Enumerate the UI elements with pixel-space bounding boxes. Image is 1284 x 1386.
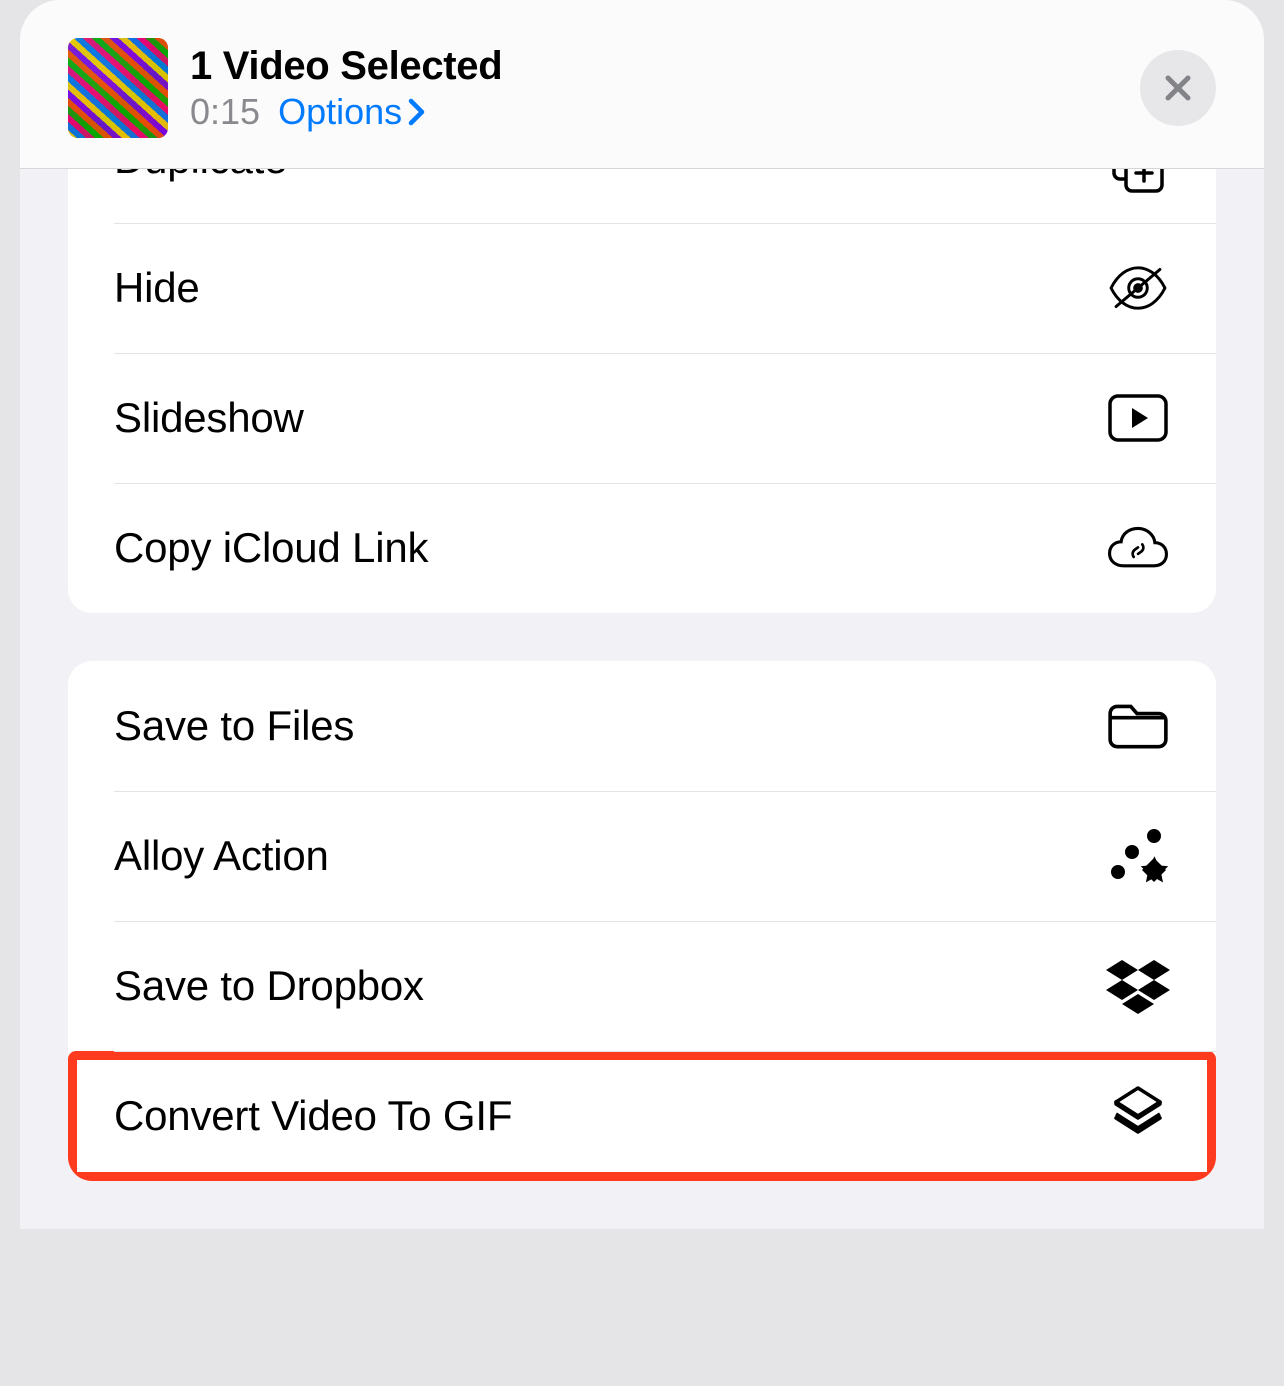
options-label: Options: [278, 91, 402, 133]
share-header: 1 Video Selected 0:15 Options: [20, 0, 1264, 169]
action-save-to-dropbox[interactable]: Save to Dropbox: [68, 921, 1216, 1051]
action-label: Hide: [114, 264, 200, 312]
cloud-link-icon: [1106, 516, 1170, 580]
video-thumbnail[interactable]: [68, 38, 168, 138]
share-sheet: 1 Video Selected 0:15 Options Duplicate: [20, 0, 1264, 1229]
action-hide[interactable]: Hide: [68, 223, 1216, 353]
action-label: Convert Video To GIF: [114, 1092, 512, 1140]
eye-slash-icon: [1106, 256, 1170, 320]
action-duplicate[interactable]: Duplicate: [68, 169, 1216, 223]
subtitle-row: 0:15 Options: [190, 91, 1118, 133]
actions-scroll[interactable]: Duplicate Hide: [20, 169, 1264, 1181]
action-alloy[interactable]: Alloy Action: [68, 791, 1216, 921]
action-label: Save to Files: [114, 702, 354, 750]
action-slideshow[interactable]: Slideshow: [68, 353, 1216, 483]
shortcuts-icon: [1106, 1084, 1170, 1148]
action-label: Slideshow: [114, 394, 304, 442]
options-link[interactable]: Options: [278, 91, 426, 133]
duplicate-icon: [1106, 169, 1170, 199]
folder-icon: [1106, 694, 1170, 758]
chevron-right-icon: [408, 98, 426, 126]
alloy-icon: [1106, 824, 1170, 888]
header-text: 1 Video Selected 0:15 Options: [190, 44, 1118, 133]
action-group-1: Duplicate Hide: [68, 169, 1216, 613]
action-label: Duplicate: [114, 169, 287, 183]
close-button[interactable]: [1140, 50, 1216, 126]
action-label: Alloy Action: [114, 832, 329, 880]
action-label: Copy iCloud Link: [114, 524, 428, 572]
video-duration: 0:15: [190, 91, 260, 133]
close-icon: [1163, 73, 1193, 103]
action-save-to-files[interactable]: Save to Files: [68, 661, 1216, 791]
action-convert-video-to-gif[interactable]: Convert Video To GIF: [68, 1051, 1216, 1181]
selection-title: 1 Video Selected: [190, 44, 1118, 89]
action-copy-icloud-link[interactable]: Copy iCloud Link: [68, 483, 1216, 613]
action-label: Save to Dropbox: [114, 962, 424, 1010]
action-group-2: Save to Files Alloy Action: [68, 661, 1216, 1181]
play-rect-icon: [1106, 386, 1170, 450]
dropbox-icon: [1106, 954, 1170, 1018]
